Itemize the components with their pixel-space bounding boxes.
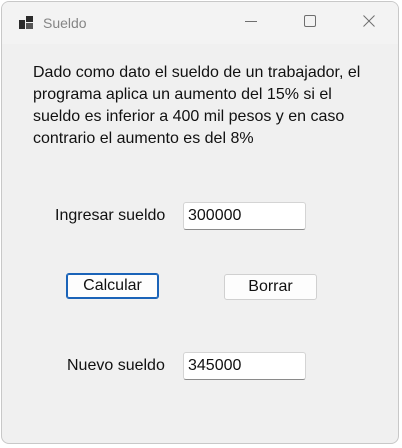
calculate-button[interactable]: Calcular (66, 273, 159, 299)
salary-input[interactable]: 300000 (183, 202, 306, 230)
app-window: Sueldo Dado como dato el sueldo de un tr… (1, 1, 399, 444)
title-bar[interactable]: Sueldo (2, 2, 398, 44)
new-salary-field[interactable]: 345000 (183, 352, 306, 380)
minimize-icon (245, 14, 257, 32)
close-button[interactable] (346, 2, 392, 44)
input-salary-label: Ingresar sueldo (55, 207, 166, 224)
maximize-button[interactable] (287, 2, 333, 44)
maximize-icon (304, 14, 316, 32)
close-icon (363, 14, 375, 32)
minimize-button[interactable] (228, 2, 274, 44)
window-title: Sueldo (43, 15, 87, 31)
new-salary-label: Nuevo sueldo (67, 357, 165, 374)
clear-button[interactable]: Borrar (224, 274, 317, 300)
description-label: Dado como dato el sueldo de un trabajado… (33, 64, 361, 147)
app-icon (18, 15, 34, 31)
